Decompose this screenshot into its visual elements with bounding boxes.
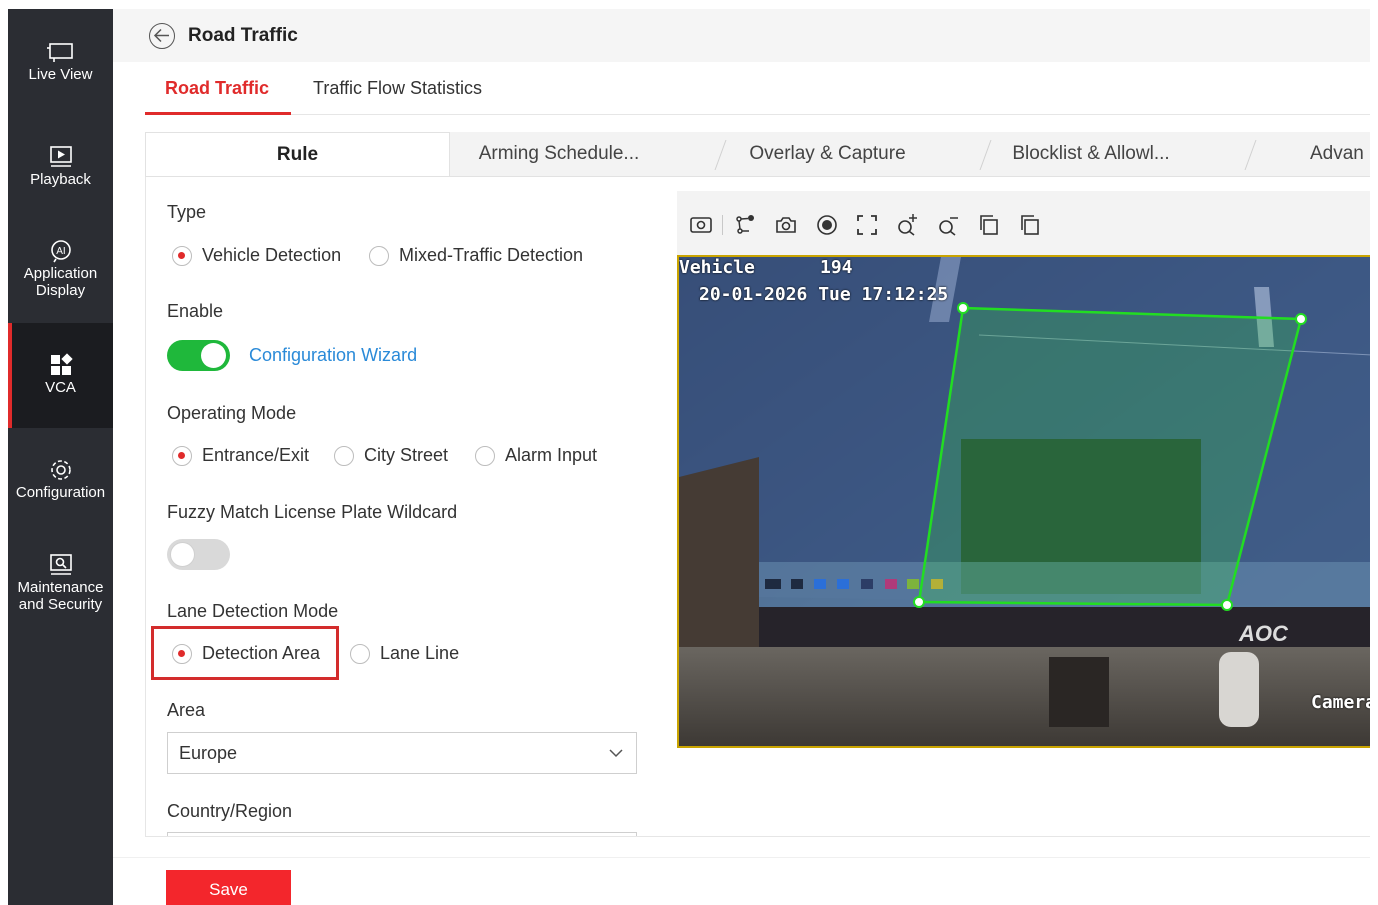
sidebar-item-vca[interactable]: VCA xyxy=(8,323,113,428)
zoom-out-icon[interactable] xyxy=(936,213,960,237)
toggle-knob xyxy=(170,542,195,567)
zoom-in-icon[interactable] xyxy=(895,213,919,237)
top-tabs: Road Traffic Traffic Flow Statistics xyxy=(145,62,1370,115)
osd-camera-name: Camera xyxy=(1311,692,1370,713)
record-icon[interactable] xyxy=(815,213,839,237)
osd-timestamp: 20-01-2026 Tue 17:12:25 xyxy=(699,284,949,305)
sidebar-item-label: VCA xyxy=(45,379,76,396)
page-header: Road Traffic xyxy=(113,9,1370,62)
fuzzy-match-toggle[interactable] xyxy=(167,539,230,570)
tab-overlay-capture[interactable]: Overlay & Capture xyxy=(735,132,920,176)
radio-dot xyxy=(350,643,370,664)
toggle-knob xyxy=(201,343,226,368)
enable-label: Enable xyxy=(167,301,224,321)
radio-vehicle-detection[interactable]: Vehicle Detection xyxy=(172,245,341,266)
sidebar-item-live-view[interactable]: Live View xyxy=(8,40,113,100)
tab-road-traffic[interactable]: Road Traffic xyxy=(165,78,269,99)
sidebar-item-label: Application Display xyxy=(23,265,98,299)
monitor-brand: AOC xyxy=(1238,621,1289,646)
radio-dot xyxy=(369,245,389,266)
configuration-wizard-link[interactable]: Configuration Wizard xyxy=(249,345,417,366)
grid-icon xyxy=(50,353,73,375)
type-label: Type xyxy=(167,202,207,222)
radio-dot xyxy=(172,245,192,266)
play-icon xyxy=(49,146,72,167)
radio-entrance-exit[interactable]: Entrance/Exit xyxy=(172,445,309,466)
radio-dot xyxy=(172,643,192,664)
enable-toggle[interactable] xyxy=(167,340,230,371)
radio-lane-line[interactable]: Lane Line xyxy=(350,643,459,664)
operating-mode-radio-group: Entrance/Exit City Street Alarm Input xyxy=(172,445,652,469)
country-region-label: Country/Region xyxy=(167,801,293,821)
tab-arming-schedule[interactable]: Arming Schedule... xyxy=(463,132,655,176)
rule-form: Type Vehicle Detection Mixed-Traffic Det… xyxy=(145,177,665,837)
fullscreen-icon[interactable] xyxy=(855,213,879,237)
radio-dot xyxy=(475,445,495,466)
wrench-icon xyxy=(49,554,72,575)
sidebar-item-label: Live View xyxy=(28,66,93,83)
area-label: Area xyxy=(167,700,206,720)
sidebar-item-label: Configuration xyxy=(15,484,106,501)
ai-icon: AI xyxy=(50,240,71,263)
tab-divider xyxy=(979,140,992,170)
osd-vehicle-count: 194 xyxy=(820,257,853,278)
sidebar-item-label: Maintenance and Security xyxy=(17,579,104,613)
monitor-icon xyxy=(46,43,73,62)
page-title: Road Traffic xyxy=(188,25,298,46)
sidebar-item-configuration[interactable]: Configuration xyxy=(8,458,113,518)
tab-divider xyxy=(714,140,727,170)
svg-text:AI: AI xyxy=(56,246,65,257)
video-frame: AOC xyxy=(679,257,1370,746)
gear-icon xyxy=(50,460,71,480)
tab-blocklist-allowlist[interactable]: Blocklist & Allowl... xyxy=(1000,132,1182,176)
operating-mode-label: Operating Mode xyxy=(167,403,297,423)
snapshot-frame-icon[interactable] xyxy=(689,213,713,237)
tab-divider xyxy=(1244,140,1257,170)
lane-detection-mode-label: Lane Detection Mode xyxy=(167,601,339,621)
action-bar: Save xyxy=(113,857,1370,905)
radio-dot xyxy=(334,445,354,466)
copy-icon[interactable] xyxy=(977,213,1001,237)
sidebar-item-label: Playback xyxy=(30,171,91,188)
type-radio-group: Vehicle Detection Mixed-Traffic Detectio… xyxy=(172,245,652,269)
video-toolbar xyxy=(677,191,1370,255)
back-button[interactable] xyxy=(149,23,175,49)
video-stream[interactable]: AOC Vehicle 194 20-01-2026 Tue 17:12:25 … xyxy=(677,255,1370,748)
toolbar-divider xyxy=(722,215,723,235)
sidebar: Live View Playback AI Application Displa… xyxy=(8,9,113,905)
tab-rule[interactable]: Rule xyxy=(145,132,450,176)
camera-icon[interactable] xyxy=(774,213,798,237)
save-button[interactable]: Save xyxy=(166,870,291,905)
radio-dot xyxy=(172,445,192,466)
lane-detection-radio-group: Detection Area Lane Line xyxy=(172,643,652,667)
chevron-down-icon xyxy=(609,749,623,758)
osd-vehicle-label: Vehicle xyxy=(679,257,755,278)
sidebar-item-playback[interactable]: Playback xyxy=(8,145,113,205)
fuzzy-match-label: Fuzzy Match License Plate Wildcard xyxy=(167,502,458,522)
sub-tabs: Rule Arming Schedule... Overlay & Captur… xyxy=(145,132,1370,177)
draw-polygon-icon[interactable] xyxy=(734,213,758,237)
back-arrow-icon xyxy=(153,28,169,43)
tab-advanced[interactable]: Advan xyxy=(1310,132,1370,176)
area-select[interactable]: Europe xyxy=(167,732,637,774)
radio-mixed-traffic-detection[interactable]: Mixed-Traffic Detection xyxy=(369,245,583,266)
sidebar-item-maintenance[interactable]: Maintenance and Security xyxy=(8,553,113,623)
radio-city-street[interactable]: City Street xyxy=(334,445,448,466)
paste-icon[interactable] xyxy=(1018,213,1042,237)
active-tab-indicator xyxy=(145,112,291,115)
tab-traffic-flow-statistics[interactable]: Traffic Flow Statistics xyxy=(313,78,482,99)
radio-detection-area[interactable]: Detection Area xyxy=(172,643,320,664)
radio-alarm-input[interactable]: Alarm Input xyxy=(475,445,597,466)
divider xyxy=(145,836,1370,837)
sidebar-item-application-display[interactable]: AI Application Display xyxy=(8,239,113,319)
live-preview: AOC Vehicle 194 20-01-2026 Tue 17:12:25 … xyxy=(677,191,1370,748)
